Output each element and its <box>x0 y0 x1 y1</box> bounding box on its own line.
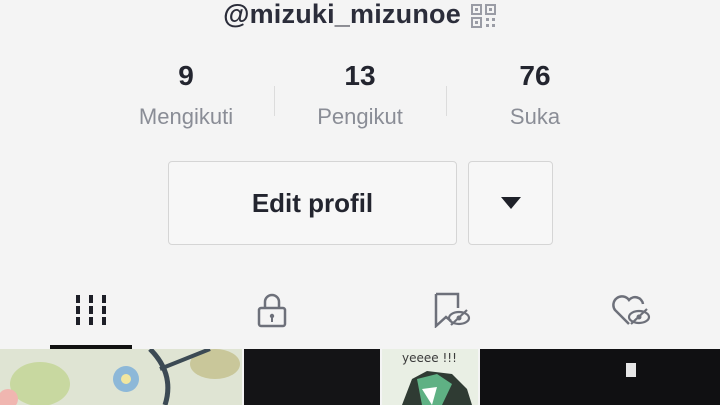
edit-profile-button[interactable]: Edit profil <box>168 161 457 245</box>
heart-hidden-icon <box>612 295 651 325</box>
profile-stats: 9 Mengikuti 13 Pengikut 76 Suka <box>0 58 720 138</box>
followers-label: Pengikut <box>317 104 403 129</box>
thumbnail-caption: yeeee !!! <box>402 351 457 365</box>
followers-count: 13 <box>344 60 376 91</box>
profile-tabs <box>0 280 720 348</box>
stat-following[interactable]: 9 Mengikuti <box>118 58 254 132</box>
tab-private[interactable] <box>232 280 312 340</box>
thumbnail-artwork <box>0 349 240 405</box>
video-thumbnail[interactable] <box>0 349 242 405</box>
video-thumbnail[interactable] <box>480 349 720 405</box>
tab-saved[interactable] <box>412 280 492 340</box>
stat-divider <box>274 86 275 116</box>
bookmark-hidden-icon <box>434 292 471 328</box>
video-thumbnail[interactable] <box>244 349 380 405</box>
following-count: 9 <box>178 60 194 91</box>
following-label: Mengikuti <box>138 104 234 129</box>
thumbnail-artwork <box>626 363 636 377</box>
profile-header: @mizuki_mizunoe <box>0 0 720 30</box>
stat-divider <box>446 86 447 116</box>
more-options-button[interactable] <box>468 161 553 245</box>
caret-down-icon <box>500 197 521 209</box>
qr-code-icon[interactable] <box>470 4 497 28</box>
video-grid: yeeee !!! <box>0 349 720 405</box>
likes-label: Suka <box>509 104 561 129</box>
username: @mizuki_mizunoe <box>223 0 461 29</box>
lock-icon <box>257 293 287 328</box>
stat-followers[interactable]: 13 Pengikut <box>300 58 420 132</box>
tab-videos[interactable] <box>50 280 132 340</box>
tab-liked[interactable] <box>590 280 672 340</box>
video-thumbnail[interactable]: yeeee !!! <box>382 349 478 405</box>
grid-icon <box>76 295 106 325</box>
stat-likes[interactable]: 76 Suka <box>480 58 590 132</box>
likes-count: 76 <box>519 60 551 91</box>
